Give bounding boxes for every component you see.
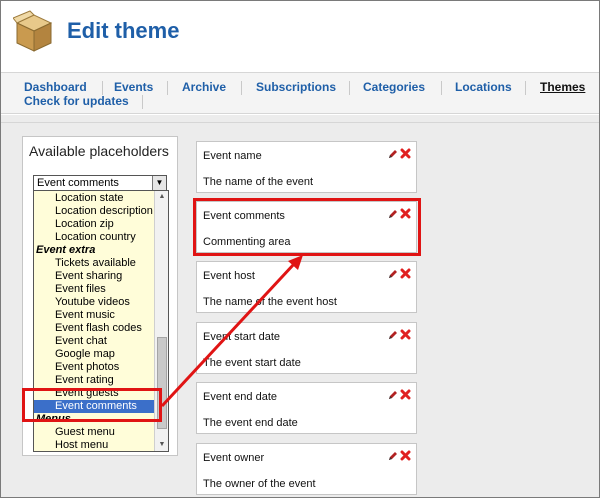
- scroll-up-icon[interactable]: ▲: [155, 191, 168, 203]
- delete-x-icon[interactable]: [400, 268, 411, 279]
- placeholder-card: Event end date The event end date: [196, 382, 417, 434]
- dropdown-option[interactable]: Tickets available: [34, 257, 154, 270]
- nav-categories[interactable]: Categories: [363, 80, 425, 94]
- delete-x-icon[interactable]: [400, 148, 411, 159]
- pencil-icon[interactable]: [388, 330, 398, 340]
- nav-locations[interactable]: Locations: [455, 80, 512, 94]
- placeholder-card: Event owner The owner of the event: [196, 443, 417, 495]
- select-value: Event comments: [37, 177, 119, 189]
- pencil-icon[interactable]: [388, 149, 398, 159]
- placeholder-card: Event host The name of the event host: [196, 261, 417, 313]
- card-title: Event host: [203, 270, 255, 282]
- dropdown-option[interactable]: Event files: [34, 283, 154, 296]
- dropdown-option[interactable]: Location zip: [34, 218, 154, 231]
- box-icon: [13, 10, 53, 52]
- nav-separator: [349, 81, 350, 95]
- pencil-icon[interactable]: [388, 269, 398, 279]
- card-description: The event end date: [203, 417, 298, 429]
- card-description: The owner of the event: [203, 478, 316, 490]
- dropdown-group-label: Event extra: [36, 244, 96, 256]
- card-title: Event owner: [203, 452, 265, 464]
- delete-x-icon[interactable]: [400, 329, 411, 340]
- card-title: Event start date: [203, 331, 281, 343]
- nav-separator: [441, 81, 442, 95]
- dropdown-option[interactable]: Event chat: [34, 335, 154, 348]
- card-description: The name of the event host: [203, 296, 337, 308]
- dropdown-option[interactable]: Event photos: [34, 361, 154, 374]
- card-title: Event end date: [203, 391, 278, 403]
- dropdown-option[interactable]: Event music: [34, 309, 154, 322]
- page-title: Edit theme: [67, 18, 180, 43]
- delete-x-icon[interactable]: [400, 389, 411, 400]
- pencil-icon[interactable]: [388, 390, 398, 400]
- nav-subscriptions[interactable]: Subscriptions: [256, 80, 336, 94]
- delete-x-icon[interactable]: [400, 450, 411, 461]
- nav-check-for-updates[interactable]: Check for updates: [24, 94, 129, 108]
- nav-separator: [525, 81, 526, 95]
- nav-dashboard[interactable]: Dashboard: [24, 80, 87, 94]
- placeholder-card: Event start date The event start date: [196, 322, 417, 374]
- dropdown-option[interactable]: Youtube videos: [34, 296, 154, 309]
- dropdown-option[interactable]: Event sharing: [34, 270, 154, 283]
- nav-archive[interactable]: Archive: [182, 80, 226, 94]
- chevron-down-icon[interactable]: ▼: [152, 176, 166, 190]
- main-nav: Dashboard Events Archive Subscriptions C…: [1, 72, 599, 114]
- dropdown-option[interactable]: Location state: [34, 192, 154, 205]
- content-divider: [1, 122, 599, 123]
- dropdown-option[interactable]: Event flash codes: [34, 322, 154, 335]
- dropdown-option[interactable]: Google map: [34, 348, 154, 361]
- card-title: Event name: [203, 150, 262, 162]
- dropdown-option[interactable]: Event rating: [34, 374, 154, 387]
- card-description: The event start date: [203, 357, 301, 369]
- dropdown-option[interactable]: Location country: [34, 231, 154, 244]
- nav-themes[interactable]: Themes: [540, 80, 585, 94]
- nav-separator: [241, 81, 242, 95]
- card-description: The name of the event: [203, 176, 314, 188]
- scroll-down-icon[interactable]: ▼: [155, 439, 168, 451]
- highlight-box-card: [193, 198, 421, 256]
- placeholder-select[interactable]: Event comments ▼: [33, 175, 167, 191]
- nav-separator: [142, 95, 143, 109]
- nav-events[interactable]: Events: [114, 80, 153, 94]
- dropdown-option[interactable]: Guest menu: [34, 426, 154, 439]
- placeholder-card: Event name The name of the event: [196, 141, 417, 193]
- highlight-box-dropdown: [22, 388, 162, 422]
- dropdown-option[interactable]: Location description: [34, 205, 154, 218]
- page-header: Edit theme: [1, 1, 599, 69]
- panel-title: Available placeholders: [29, 143, 169, 159]
- pencil-icon[interactable]: [388, 451, 398, 461]
- nav-separator: [167, 81, 168, 95]
- nav-separator: [102, 81, 103, 95]
- dropdown-option[interactable]: Host menu: [34, 439, 154, 451]
